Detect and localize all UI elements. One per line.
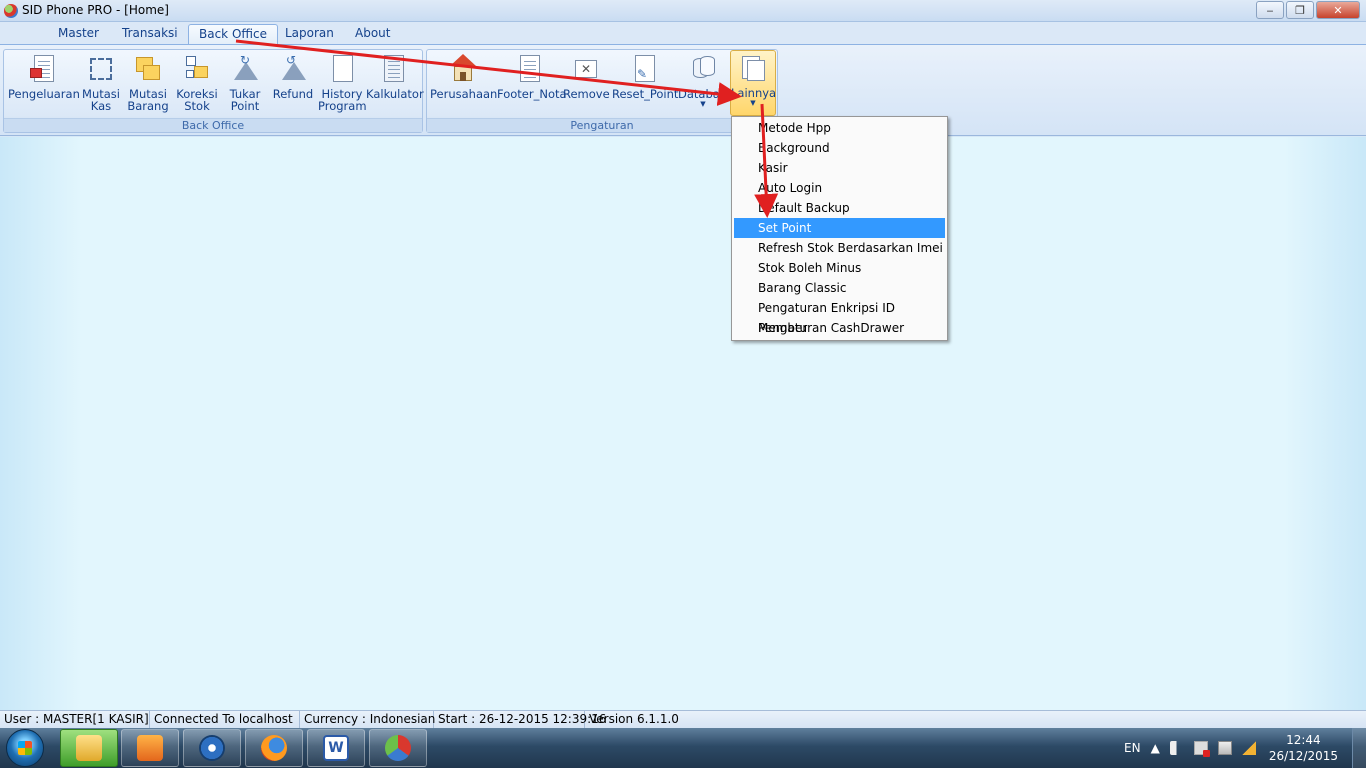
firefox-icon (261, 735, 287, 761)
group-label-pengaturan: Pengaturan (427, 118, 777, 132)
system-tray: EN ▲ 12:44 26/12/2015 (1119, 728, 1366, 768)
menu-item-metode-hpp[interactable]: Metode Hpp (734, 118, 945, 138)
window-title: SID Phone PRO - [Home] (22, 3, 169, 17)
folder-icon (76, 735, 102, 761)
lainnya-dropdown-menu: Metode Hpp Background Kasir Auto Login D… (731, 116, 948, 341)
clock-time: 12:44 (1286, 733, 1321, 747)
status-connection: Connected To localhost (150, 711, 300, 729)
taskbar-word[interactable]: W (307, 729, 365, 767)
menu-item-stok-boleh-minus[interactable]: Stok Boleh Minus (734, 258, 945, 278)
tab-about[interactable]: About (345, 24, 400, 44)
status-bar: User : MASTER[1 KASIR] Connected To loca… (0, 710, 1366, 729)
media-play-icon (137, 735, 163, 761)
database-icon (688, 54, 718, 84)
media-center-icon (199, 735, 225, 761)
group-back-office: Pengeluaran Mutasi Kas Mutasi Barang Kor… (3, 49, 424, 133)
group-pengaturan: Perusahaan Footer_Nota ✕ Remove ✎ Reset_… (426, 49, 778, 133)
status-currency: Currency : Indonesian (300, 711, 435, 729)
refund-icon: ↺ (278, 54, 308, 84)
tab-master[interactable]: Master (48, 24, 109, 44)
network-error-icon[interactable] (1193, 741, 1210, 757)
documents-icon (738, 53, 768, 83)
footer-nota-button[interactable]: Footer_Nota (497, 52, 567, 116)
ribbon: Pengeluaran Mutasi Kas Mutasi Barang Kor… (0, 44, 1366, 136)
app-icon (4, 4, 18, 18)
menu-item-set-point[interactable]: Set Point (734, 218, 945, 238)
menu-item-enkripsi-id-member[interactable]: Pengaturan Enkripsi ID Member (734, 298, 945, 335)
menu-item-refresh-stok[interactable]: Refresh Stok Berdasarkan Imei (734, 238, 945, 258)
menu-item-cashdrawer[interactable]: Pengaturan CashDrawer (734, 318, 945, 338)
mutasi-kas-button[interactable]: Mutasi Kas (80, 52, 122, 116)
note-icon (514, 54, 544, 84)
edit-document-icon: ✎ (629, 54, 659, 84)
clock-date: 26/12/2015 (1268, 749, 1338, 763)
report-icon (28, 54, 58, 84)
word-icon: W (323, 735, 349, 761)
remove-button[interactable]: ✕ Remove (563, 52, 610, 116)
menu-item-kasir[interactable]: Kasir (734, 158, 945, 178)
taskbar-sid-phone[interactable] (369, 729, 427, 767)
tab-transaksi[interactable]: Transaksi (112, 24, 188, 44)
boxes-icon (133, 54, 163, 84)
lainnya-button[interactable]: Lainnya ▼ (730, 50, 776, 116)
taskbar-media-center[interactable] (183, 729, 241, 767)
signal-icon[interactable] (1241, 741, 1256, 755)
close-button[interactable]: ✕ (1316, 1, 1360, 19)
battery-icon[interactable] (1217, 741, 1232, 755)
perusahaan-button[interactable]: Perusahaan (430, 52, 497, 116)
tab-back-office[interactable]: Back Office (188, 24, 278, 44)
show-desktop-button[interactable] (1352, 728, 1366, 768)
menu-item-background[interactable]: Background (734, 138, 945, 158)
menu-item-barang-classic[interactable]: Barang Classic (734, 278, 945, 298)
clock[interactable]: 12:44 26/12/2015 (1269, 732, 1338, 764)
reset-point-button[interactable]: ✎ Reset_Point (612, 52, 678, 116)
refund-button[interactable]: ↺ Refund (270, 52, 316, 116)
menu-item-auto-login[interactable]: Auto Login (734, 178, 945, 198)
stock-correction-icon (182, 54, 212, 84)
koreksi-stok-button[interactable]: Koreksi Stok (174, 52, 220, 116)
taskbar-media-player[interactable] (121, 729, 179, 767)
tab-laporan[interactable]: Laporan (275, 24, 344, 44)
chevron-down-icon: ▼ (700, 100, 706, 108)
document-icon (327, 54, 357, 84)
exchange-icon: ↻ (230, 54, 260, 84)
workspace (0, 137, 1366, 710)
ribbon-tabs: Master Transaksi Back Office Laporan Abo… (0, 22, 1366, 44)
taskbar-explorer[interactable] (60, 729, 118, 767)
selection-icon (86, 54, 116, 84)
menu-item-default-backup[interactable]: Default Backup (734, 198, 945, 218)
status-start-time: Start : 26-12-2015 12:39:16 (434, 711, 606, 729)
database-button[interactable]: Database ▼ (678, 52, 733, 116)
maximize-button[interactable]: ❐ (1286, 1, 1314, 19)
status-user: User : MASTER[1 KASIR] (0, 711, 150, 729)
taskbar: W EN ▲ 12:44 26/12/2015 (0, 728, 1366, 768)
remove-icon: ✕ (571, 54, 601, 84)
speaker-icon[interactable] (1169, 741, 1184, 755)
mutasi-barang-button[interactable]: Mutasi Barang (125, 52, 171, 116)
history-program-button[interactable]: History Program (318, 52, 367, 116)
start-button[interactable] (6, 729, 44, 767)
title-bar: SID Phone PRO - [Home] ‒ ❐ ✕ (0, 0, 1366, 22)
tukar-point-button[interactable]: ↻ Tukar Point (223, 52, 267, 116)
app-chart-icon (385, 735, 411, 761)
group-label-back-office: Back Office (4, 118, 422, 132)
pengeluaran-button[interactable]: Pengeluaran (8, 52, 80, 116)
calculator-icon (378, 54, 408, 84)
kalkulator-button[interactable]: Kalkulator (366, 52, 424, 116)
status-version: Version 6.1.1.0 (589, 712, 679, 726)
taskbar-firefox[interactable] (245, 729, 303, 767)
home-icon (448, 54, 478, 84)
minimize-button[interactable]: ‒ (1256, 1, 1284, 19)
chevron-up-icon[interactable]: ▲ (1151, 741, 1160, 755)
chevron-down-icon: ▼ (750, 99, 756, 107)
language-indicator[interactable]: EN (1124, 741, 1141, 755)
